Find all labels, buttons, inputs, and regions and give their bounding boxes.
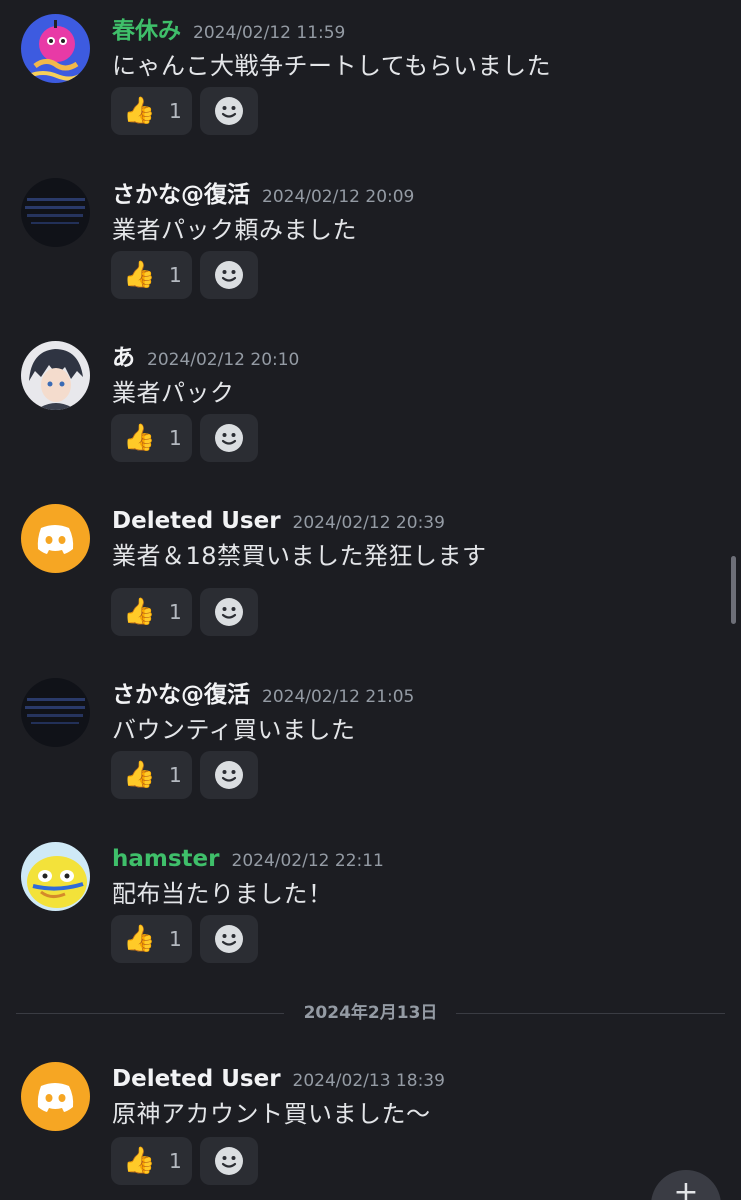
- scrollbar[interactable]: [731, 556, 736, 624]
- username[interactable]: さかな@復活: [112, 182, 250, 208]
- plus-icon: +: [673, 1175, 699, 1200]
- smiley-icon: [215, 925, 243, 953]
- add-reaction-button[interactable]: [200, 751, 258, 799]
- smiley-icon: [215, 97, 243, 125]
- thumbs-up-reaction[interactable]: 👍 1: [111, 751, 192, 799]
- timestamp: 2024/02/12 22:11: [231, 851, 384, 871]
- avatar[interactable]: [21, 178, 90, 247]
- thumbs-up-icon: 👍: [123, 597, 156, 627]
- reaction-count: 1: [169, 927, 182, 951]
- add-reaction-button[interactable]: [200, 414, 258, 462]
- thumbs-up-icon: 👍: [123, 260, 156, 290]
- smiley-icon: [215, 424, 243, 452]
- smiley-icon: [215, 1147, 243, 1175]
- date-divider: 2024年2月13日: [16, 1000, 725, 1026]
- reaction-count: 1: [169, 600, 182, 624]
- message-text: 業者＆18禁買いました発狂します: [112, 542, 487, 570]
- discord-icon: [21, 504, 90, 573]
- reaction-count: 1: [169, 263, 182, 287]
- username[interactable]: あ: [112, 345, 135, 371]
- username[interactable]: Deleted User: [112, 508, 281, 534]
- reaction-count: 1: [169, 763, 182, 787]
- smiley-icon: [215, 761, 243, 789]
- thumbs-up-reaction[interactable]: 👍 1: [111, 588, 192, 636]
- message-text: にゃんこ大戦争チートしてもらいました: [112, 52, 552, 80]
- reaction-count: 1: [169, 1149, 182, 1173]
- add-reaction-button[interactable]: [200, 251, 258, 299]
- timestamp: 2024/02/13 18:39: [292, 1071, 445, 1091]
- thumbs-up-reaction[interactable]: 👍 1: [111, 915, 192, 963]
- message-text: 配布当たりました！: [112, 880, 333, 908]
- add-reaction-button[interactable]: [200, 915, 258, 963]
- timestamp: 2024/02/12 11:59: [193, 23, 346, 43]
- message-text: 業者パック: [112, 379, 235, 407]
- timestamp: 2024/02/12 21:05: [262, 687, 415, 707]
- timestamp: 2024/02/12 20:39: [292, 513, 445, 533]
- thumbs-up-reaction[interactable]: 👍 1: [111, 251, 192, 299]
- thumbs-up-icon: 👍: [123, 760, 156, 790]
- thumbs-up-icon: 👍: [123, 924, 156, 954]
- add-reaction-button[interactable]: [200, 588, 258, 636]
- thumbs-up-reaction[interactable]: 👍 1: [111, 414, 192, 462]
- reaction-count: 1: [169, 426, 182, 450]
- username[interactable]: Deleted User: [112, 1066, 281, 1092]
- avatar[interactable]: [21, 504, 90, 573]
- timestamp: 2024/02/12 20:09: [262, 187, 415, 207]
- timestamp: 2024/02/12 20:10: [147, 350, 300, 370]
- username[interactable]: 春休み: [112, 18, 181, 44]
- thumbs-up-reaction[interactable]: 👍 1: [111, 87, 192, 135]
- avatar[interactable]: [21, 14, 90, 83]
- add-reaction-button[interactable]: [200, 87, 258, 135]
- avatar[interactable]: [21, 1062, 90, 1131]
- avatar[interactable]: [21, 678, 90, 747]
- username[interactable]: hamster: [112, 846, 220, 872]
- discord-icon: [21, 1062, 90, 1131]
- add-reaction-button[interactable]: [200, 1137, 258, 1185]
- smiley-icon: [215, 598, 243, 626]
- avatar[interactable]: [21, 842, 90, 911]
- message-text: 業者パック頼みました: [112, 216, 357, 244]
- thumbs-up-reaction[interactable]: 👍 1: [111, 1137, 192, 1185]
- avatar[interactable]: [21, 341, 90, 410]
- reaction-count: 1: [169, 99, 182, 123]
- thumbs-up-icon: 👍: [123, 96, 156, 126]
- message-text: バウンティ買いました: [112, 716, 356, 744]
- chat-message-list[interactable]: 春休み 2024/02/12 11:59 にゃんこ大戦争チートしてもらいました 👍…: [0, 0, 741, 1200]
- username[interactable]: さかな@復活: [112, 682, 250, 708]
- floating-action-button[interactable]: +: [651, 1170, 721, 1200]
- smiley-icon: [215, 261, 243, 289]
- message-text: 原神アカウント買いました〜: [112, 1100, 431, 1128]
- thumbs-up-icon: 👍: [123, 1146, 156, 1176]
- divider-line: [456, 1013, 725, 1014]
- thumbs-up-icon: 👍: [123, 423, 156, 453]
